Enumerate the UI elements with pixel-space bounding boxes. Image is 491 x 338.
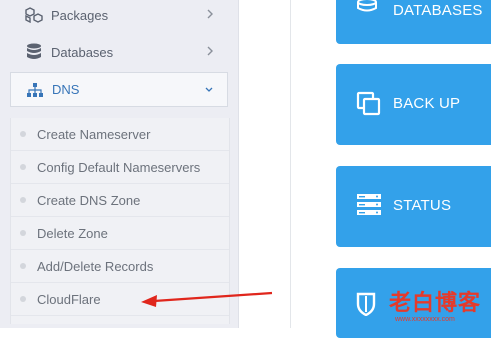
- sidebar-item-dns[interactable]: DNS: [10, 72, 228, 107]
- tile-label: STATUS: [393, 197, 452, 214]
- bullet-icon: [20, 197, 26, 203]
- tile-databases[interactable]: DATABASES: [336, 0, 491, 44]
- bullet-icon: [20, 263, 26, 269]
- submenu-item-create-nameserver[interactable]: Create Nameserver: [11, 118, 229, 151]
- submenu-item-label: Add/Delete Records: [37, 258, 154, 274]
- submenu-item-add-delete-records[interactable]: Add/Delete Records: [11, 250, 229, 283]
- tile-status[interactable]: STATUS: [336, 166, 491, 247]
- database-icon: [356, 0, 382, 24]
- sitemap-icon: [23, 81, 47, 99]
- chevron-right-icon: [204, 8, 216, 20]
- copy-icon: [356, 91, 382, 117]
- bullet-icon: [20, 164, 26, 170]
- bullet-icon: [20, 131, 26, 137]
- sidebar-item-databases[interactable]: Databases: [10, 34, 228, 70]
- bullet-icon: [20, 296, 26, 302]
- shield-icon: [356, 292, 382, 318]
- watermark-logo: 老白博客: [389, 290, 482, 315]
- submenu-item-label: Config Default Nameservers: [37, 159, 201, 175]
- sidebar-item-label: Packages: [51, 7, 109, 23]
- submenu-item-config-default-nameservers[interactable]: Config Default Nameservers: [11, 151, 229, 184]
- sidebar-item-label: DNS: [52, 82, 80, 97]
- content-gutter: [239, 0, 290, 328]
- bullet-icon: [20, 230, 26, 236]
- tile-back-up[interactable]: BACK UP: [336, 64, 491, 145]
- submenu-item-label: CloudFlare: [37, 291, 101, 307]
- sidebar-item-label: Databases: [51, 44, 114, 60]
- tile-label: DATABASES: [393, 2, 483, 19]
- database-icon: [22, 43, 46, 61]
- sidebar: Packages Databases DNS Create Nameserver…: [0, 0, 239, 328]
- chevron-right-icon: [204, 45, 216, 57]
- submenu-item-delete-zone[interactable]: Delete Zone: [11, 217, 229, 250]
- submenu-item-label: Create DNS Zone: [37, 192, 141, 208]
- annotation-arrow-icon: [141, 291, 273, 307]
- chevron-down-icon: [203, 84, 215, 96]
- vertical-divider: [290, 0, 291, 328]
- watermark-url: www.xxxxxxxx.com: [395, 316, 455, 323]
- submenu-item-create-dns-zone[interactable]: Create DNS Zone: [11, 184, 229, 217]
- sidebar-item-packages[interactable]: Packages: [10, 0, 228, 33]
- submenu-item-label: Delete Zone: [37, 225, 108, 241]
- submenu-item-label: Create Nameserver: [37, 126, 151, 142]
- cubes-icon: [22, 6, 46, 24]
- server-icon: [356, 193, 382, 219]
- tile-label: BACK UP: [393, 95, 461, 112]
